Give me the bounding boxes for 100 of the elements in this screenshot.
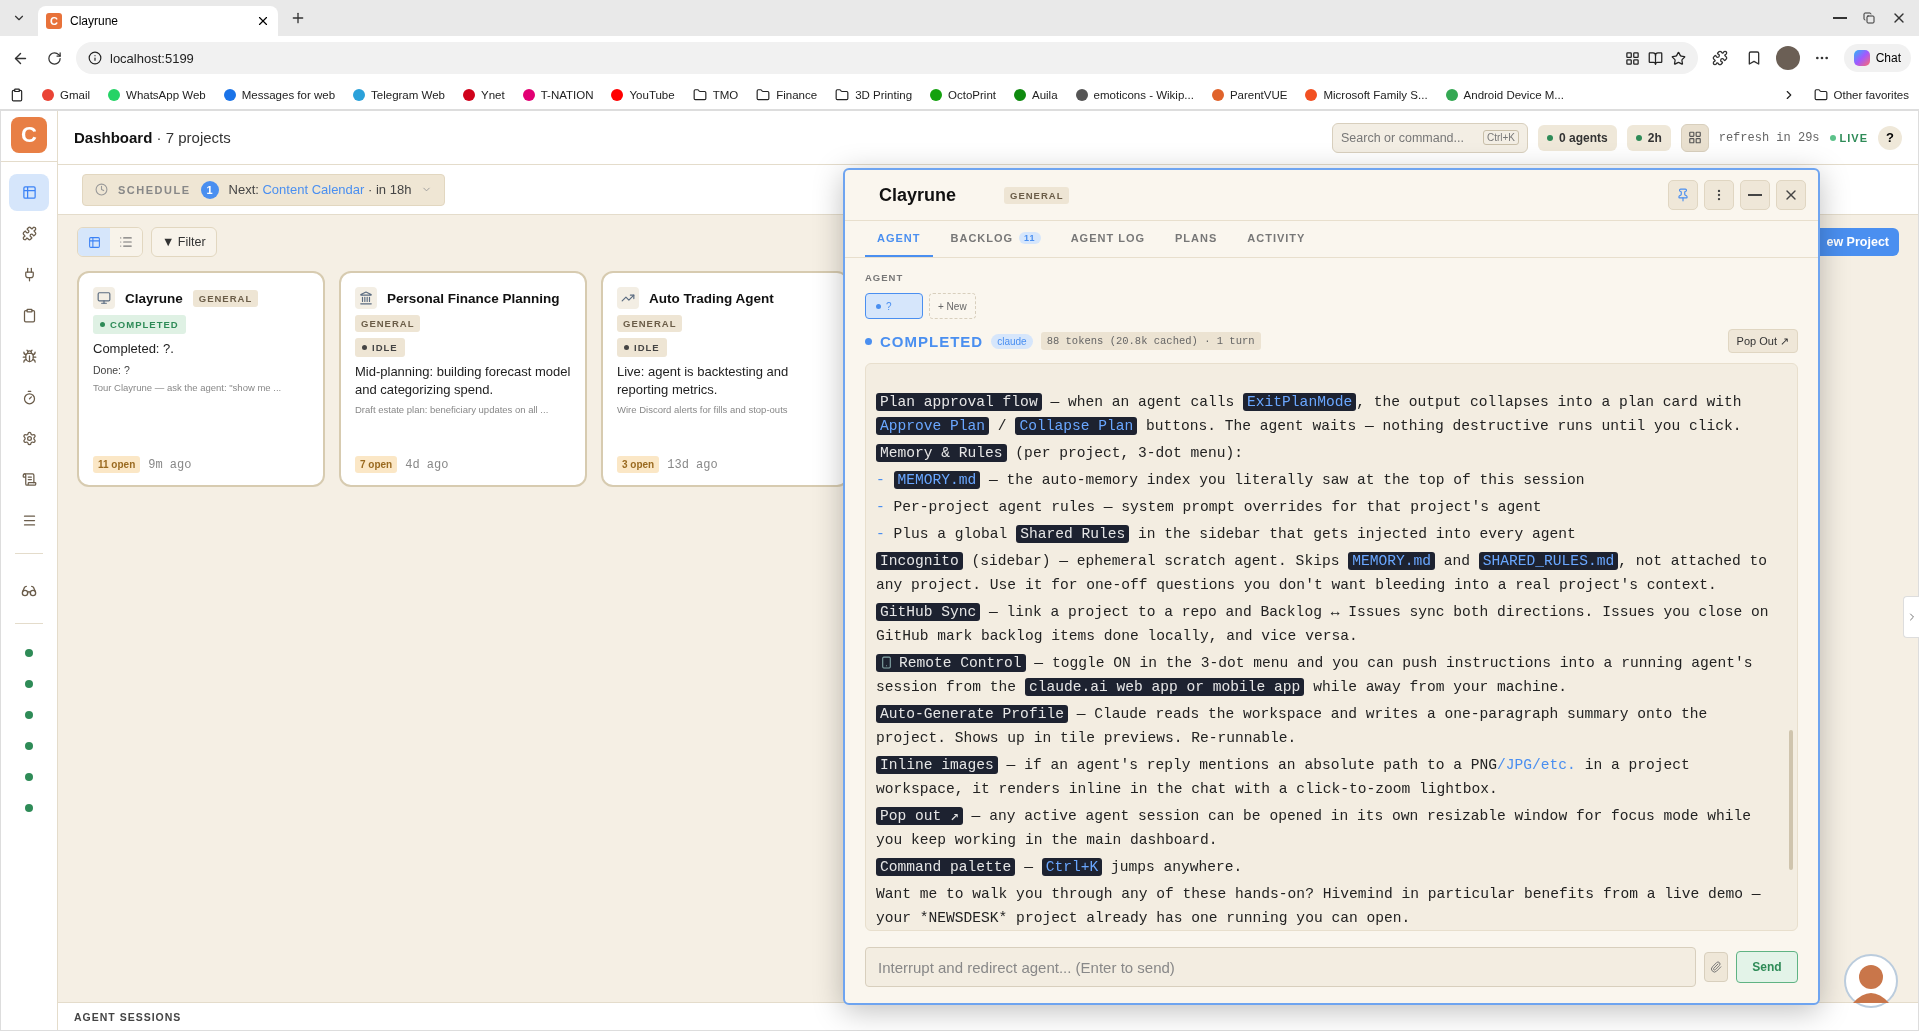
message-input[interactable]: Interrupt and redirect agent... (Enter to send): [865, 947, 1696, 987]
message-paragraph: Inline images — if an agent's reply mentions an absolute path to a PNG/JPG/etc. in a project workspace, it renders inline in the chat with a click-to-zoom lightbox.: [876, 755, 1691, 799]
project-card[interactable]: Clayrune GENERAL COMPLETED Completed: ?. Done: ? Tour Clayrune — ask the agent: "show me ... 11 open 9m ago: [77, 271, 325, 487]
session-dot[interactable]: [25, 711, 33, 719]
chat-button[interactable]: Chat: [1843, 44, 1911, 72]
minimize-icon: [1833, 17, 1847, 19]
star-icon[interactable]: [1670, 50, 1686, 66]
live-dot: [1829, 134, 1836, 141]
search-placeholder: Search or command...: [1341, 130, 1464, 145]
status-pill: IDLE: [617, 338, 667, 357]
bookmark[interactable]: Gmail: [42, 88, 91, 101]
bookmark[interactable]: Microsoft Family S...: [1305, 88, 1428, 101]
browser-tab[interactable]: C Clayrune: [38, 6, 278, 36]
settings-icon: [21, 431, 37, 446]
bookmark[interactable]: Ynet: [463, 88, 505, 101]
time-range: 2h: [1647, 130, 1662, 145]
project-title: Clayrune: [125, 290, 183, 306]
bookmark[interactable]: Telegram Web: [353, 88, 445, 101]
bookmark[interactable]: Messages for web: [223, 88, 336, 101]
shortcut-key: Ctrl+K: [1482, 130, 1519, 145]
send-button[interactable]: Send: [1736, 951, 1798, 983]
panel-tab[interactable]: ACTIVITY: [1235, 221, 1318, 257]
bookmark[interactable]: ParentVUE: [1211, 88, 1288, 101]
bookmark[interactable]: WhatsApp Web: [108, 88, 206, 101]
puzzle-icon: [21, 226, 37, 241]
restore-icon: [1863, 12, 1875, 24]
filter-button[interactable]: ▼ Filter: [151, 227, 217, 257]
open-count: 3 open: [617, 456, 660, 473]
panel-title: Clayrune: [879, 184, 957, 206]
plus-icon: [290, 10, 306, 26]
bookmark[interactable]: emoticons - Wikip...: [1075, 88, 1194, 101]
panel-tab[interactable]: BACKLOG 11: [938, 221, 1053, 257]
message-paragraph: - MEMORY.md — the auto-memory index you literally saw at the top of this session: [876, 470, 1586, 491]
session-dot[interactable]: [25, 680, 33, 688]
message-paragraph: - Plus a global Shared Rules in the sidebar that gets injected into every agent: [876, 524, 1577, 545]
session-dot[interactable]: [25, 804, 33, 812]
status-pill: IDLE: [355, 338, 405, 357]
project-tag: GENERAL: [617, 315, 683, 332]
schedule-bar[interactable]: SCHEDULE 1 Next: Content Calendar · in 18h: [82, 173, 446, 206]
minimize-button[interactable]: [1740, 180, 1770, 210]
bookmark[interactable]: TMO: [692, 87, 739, 102]
favicon: C: [46, 13, 62, 29]
layout-button[interactable]: [1680, 123, 1709, 152]
session-dot[interactable]: [25, 649, 33, 657]
workspaces-icon[interactable]: [10, 87, 24, 102]
apps-icon[interactable]: [1624, 50, 1640, 66]
bookmark[interactable]: Auila: [1014, 88, 1058, 101]
panel-tab[interactable]: PLANS: [1163, 221, 1230, 257]
attach-button[interactable]: [1704, 952, 1728, 982]
session-status: COMPLETED: [880, 332, 984, 350]
model-badge: claude: [991, 333, 1033, 349]
session-dot[interactable]: [25, 773, 33, 781]
message-paragraph: Command palette — Ctrl+K jumps anywhere.: [876, 855, 1773, 879]
chat-logo: [1853, 50, 1870, 66]
project-card[interactable]: Personal Finance Planning GENERAL IDLE Mid-planning: building forecast model and categorizing spend. Draft estate plan: beneficiary updates on all ... 7 open 4d ago: [339, 271, 587, 487]
app-logo: C: [11, 117, 47, 153]
updated-time: 9m ago: [148, 457, 192, 472]
new-session-button[interactable]: + New: [929, 293, 976, 319]
status-dot: [1635, 134, 1642, 141]
avatar-icon[interactable]: [1843, 953, 1899, 1009]
search-field[interactable]: Search or command... Ctrl+K: [1332, 122, 1528, 153]
grid-icon: [21, 185, 37, 200]
open-count: 11 open: [93, 456, 141, 473]
message-paragraph: Remote Control — toggle ON in the 3-dot menu and you can push instructions into a running agent's session from the claude.ai web app or mobile app while away from your machine.: [876, 653, 1754, 698]
help-button[interactable]: ?: [1878, 125, 1902, 150]
close-icon[interactable]: [256, 14, 270, 28]
bookmark[interactable]: Finance: [756, 87, 818, 102]
bookmark-folder[interactable]: Other favorites: [1813, 87, 1909, 102]
phone-icon: [880, 656, 893, 669]
session-dot[interactable]: [25, 742, 33, 750]
folder-icon: [692, 87, 707, 102]
pop-out-button[interactable]: Pop Out ↗: [1727, 329, 1798, 353]
project-summary: Completed: ?.: [93, 340, 175, 358]
address-bar[interactable]: localhost:5199: [76, 42, 1698, 74]
bookmark[interactable]: 3D Printing: [835, 87, 913, 102]
status-dot: [1547, 134, 1553, 141]
panel-tab[interactable]: AGENT LOG: [1058, 221, 1157, 257]
grid-view-button[interactable]: [78, 228, 110, 256]
tab-title: Clayrune: [70, 14, 119, 28]
bank-icon: [359, 291, 373, 305]
sidebar-nav-button[interactable]: [9, 174, 49, 211]
project-detail: Done: ?: [93, 363, 131, 376]
monitor-icon: [97, 291, 111, 305]
bookmark[interactable]: OctoPrint: [930, 88, 996, 101]
project-note: Tour Clayrune — ask the agent: "show me ...: [93, 381, 283, 393]
refresh-countdown: refresh in 29s: [1718, 130, 1820, 145]
bookmark[interactable]: YouTube: [611, 88, 675, 101]
pin-button[interactable]: [1668, 180, 1698, 210]
puzzle-icon: [1711, 50, 1728, 66]
reader-icon[interactable]: [1647, 50, 1663, 66]
bug-icon: [21, 349, 37, 364]
profile-avatar[interactable]: [1775, 46, 1800, 70]
message-paragraph: Incognito (sidebar) — ephemeral scratch agent. Skips MEMORY.md and SHARED_RULES.md , not attached to any project. Use it for one-off questions you don't want bleeding into a real project's context.: [876, 551, 1769, 595]
clipboard-icon: [21, 308, 37, 323]
project-summary: Mid-planning: building forecast model and categorizing spend.: [355, 363, 571, 399]
message-paragraph: GitHub Sync — link a project to a repo and Backlog ↔ Issues sync both directions. Issues you close on GitHub mark backlog items done locally, and vice versa.: [876, 602, 1770, 646]
project-note: Wire Discord alerts for fills and stop-outs: [617, 404, 789, 416]
agents-count: 0 agents: [1559, 130, 1608, 145]
bookmark[interactable]: Android Device M...: [1445, 88, 1564, 101]
bookmark[interactable]: T-NATION: [522, 88, 594, 101]
